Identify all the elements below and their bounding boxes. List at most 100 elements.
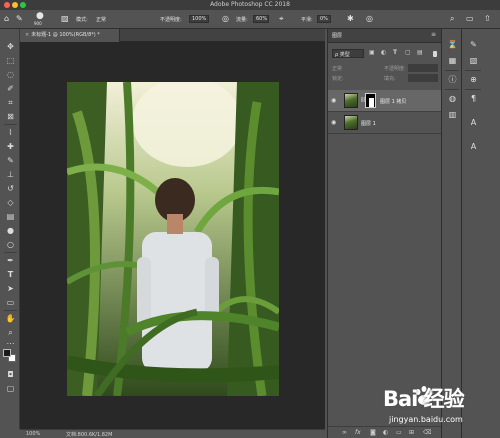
hand-icon[interactable]: ✋ bbox=[5, 313, 16, 324]
baidu-watermark: Bai 经验 jingyan.baidu.com bbox=[383, 383, 495, 435]
properties-icon[interactable]: ▦ bbox=[446, 55, 459, 67]
close-tab-icon[interactable]: × bbox=[25, 32, 29, 38]
marquee-icon[interactable]: ⬚ bbox=[5, 55, 16, 66]
brush-size-value: 900 bbox=[34, 21, 42, 26]
corn-field-photo bbox=[67, 82, 279, 396]
lasso-icon[interactable]: ◌ bbox=[5, 69, 16, 80]
opacity-field[interactable]: 100% bbox=[189, 15, 209, 23]
clone-source-icon[interactable]: ⊕ bbox=[467, 74, 480, 86]
fill-field[interactable] bbox=[408, 74, 438, 82]
brush-tool-icon[interactable]: ✎ bbox=[16, 15, 23, 23]
smoothing-field[interactable]: 0% bbox=[317, 15, 331, 23]
pixel-filter-icon[interactable]: ▣ bbox=[369, 49, 375, 56]
document-image[interactable] bbox=[67, 82, 279, 396]
smart-object-filter-icon[interactable]: ▤ bbox=[417, 49, 423, 56]
brush-preset-icon[interactable]: ● bbox=[36, 12, 44, 21]
mode-select[interactable]: 正常 bbox=[96, 16, 106, 23]
filter-kind-select[interactable]: ρ 类型 bbox=[332, 49, 364, 58]
foreground-color-swatch[interactable] bbox=[3, 349, 11, 357]
layer-row[interactable]: ◉ 图层 1 bbox=[328, 112, 442, 134]
filter-toggle[interactable] bbox=[433, 51, 437, 57]
fx-icon[interactable]: fx bbox=[355, 429, 361, 436]
dodge-icon[interactable]: ○ bbox=[5, 239, 16, 250]
search-icon[interactable]: ⌕ bbox=[450, 15, 454, 23]
screen-mode-icon[interactable]: ▢ bbox=[5, 383, 16, 394]
paragraph-icon[interactable]: ¶ bbox=[467, 93, 480, 105]
layer-name: 图层 1 拷贝 bbox=[380, 99, 407, 105]
character-icon[interactable]: A bbox=[467, 117, 480, 129]
mode-label: 模式: bbox=[76, 17, 88, 23]
glyphs-icon[interactable]: A bbox=[467, 141, 480, 153]
status-bar: 100% 文档:800.6K/1.82M bbox=[20, 429, 325, 438]
eraser-icon[interactable]: ◇ bbox=[5, 197, 16, 208]
layers-panel-header: 图层 ≡ bbox=[328, 29, 442, 43]
document-info[interactable]: 文档:800.6K/1.82M bbox=[66, 431, 112, 438]
blur-icon[interactable]: ● bbox=[5, 225, 16, 236]
type-icon[interactable]: T bbox=[5, 269, 16, 280]
layer-name: 图层 1 bbox=[361, 121, 376, 127]
history-brush-icon[interactable]: ↺ bbox=[5, 183, 16, 194]
flow-field[interactable]: 60% bbox=[253, 15, 269, 23]
panel-menu-icon[interactable]: ≡ bbox=[431, 31, 436, 38]
fill-label: 填充: bbox=[384, 76, 396, 82]
tab-layers[interactable]: 图层 bbox=[332, 32, 342, 39]
history-icon[interactable]: ⌛ bbox=[446, 39, 459, 51]
quick-mask-icon[interactable]: ◘ bbox=[5, 369, 16, 380]
libraries-icon[interactable]: ▥ bbox=[446, 109, 459, 121]
layer-filter-row: ρ 类型 ▣ ◐ T ▢ ▤ bbox=[328, 47, 442, 61]
brush-panel-icon[interactable]: ▨ bbox=[61, 15, 69, 23]
dock-divider bbox=[465, 70, 481, 71]
pen-icon[interactable]: ✒ bbox=[5, 255, 16, 266]
brush-settings-icon[interactable]: ▧ bbox=[467, 55, 480, 67]
pressure-opacity-icon[interactable]: ◎ bbox=[222, 15, 229, 23]
quick-select-icon[interactable]: ✐ bbox=[5, 83, 16, 94]
blend-mode-select[interactable]: 正常 bbox=[332, 65, 342, 72]
app-title: Adobe Photoshop CC 2018 bbox=[210, 1, 290, 8]
zoom-icon[interactable]: ⌕ bbox=[5, 327, 16, 338]
smoothing-settings-icon[interactable]: ✱ bbox=[347, 15, 354, 23]
document-tab-title: 未标题-1 @ 100%(RGB/8*) * bbox=[31, 32, 100, 38]
dock-divider bbox=[445, 89, 459, 90]
adjustment-filter-icon[interactable]: ◐ bbox=[381, 49, 386, 56]
rectangle-icon[interactable]: ▭ bbox=[5, 297, 16, 308]
dock-divider bbox=[465, 89, 481, 90]
layer-thumbnail bbox=[344, 93, 358, 108]
visibility-eye-icon[interactable]: ◉ bbox=[331, 97, 336, 104]
mask-icon[interactable]: ◙ bbox=[370, 429, 376, 436]
canvas-area[interactable] bbox=[20, 42, 325, 429]
toolbar-divider bbox=[4, 252, 17, 253]
gradient-icon[interactable]: ▤ bbox=[5, 211, 16, 222]
layer-opacity-field[interactable] bbox=[408, 64, 438, 72]
tool-presets-icon[interactable]: ✎ bbox=[467, 39, 480, 51]
home-icon[interactable]: ⌂ bbox=[4, 15, 9, 23]
panel-dock-column-2: ✎ ▧ ⊕ ¶ A A bbox=[461, 29, 500, 438]
more-icon[interactable]: ⋯ bbox=[5, 338, 16, 349]
workspace-icon[interactable]: ▭ bbox=[466, 15, 474, 23]
document-tab-bar: × 未标题-1 @ 100%(RGB/8*) * bbox=[20, 29, 325, 42]
opacity-label: 不透明度: bbox=[160, 17, 182, 23]
info-icon[interactable]: ⓘ bbox=[446, 74, 459, 86]
visibility-eye-icon[interactable]: ◉ bbox=[331, 119, 336, 126]
smoothing-label: 平滑: bbox=[301, 17, 313, 23]
adjustments-icon[interactable]: ◍ bbox=[446, 93, 459, 105]
path-select-icon[interactable]: ➤ bbox=[5, 283, 16, 294]
eyedropper-icon[interactable]: ⌇ bbox=[5, 127, 16, 138]
brush-icon[interactable]: ✎ bbox=[5, 155, 16, 166]
link-icon[interactable]: ∞ bbox=[342, 429, 347, 436]
crop-icon[interactable]: ⌗ bbox=[5, 97, 16, 108]
airbrush-icon[interactable]: ⌖ bbox=[279, 15, 284, 23]
shape-filter-icon[interactable]: ▢ bbox=[405, 49, 411, 56]
panel-dock-column-1: ⌛ ▦ ⓘ ◍ ▥ bbox=[441, 29, 461, 438]
frame-icon[interactable]: ⊠ bbox=[5, 111, 16, 122]
stamp-icon[interactable]: ⊥ bbox=[5, 169, 16, 180]
share-icon[interactable]: ⇧ bbox=[484, 15, 491, 23]
dock-divider bbox=[445, 70, 459, 71]
move-icon[interactable]: ✥ bbox=[5, 41, 16, 52]
healing-icon[interactable]: ✚ bbox=[5, 141, 16, 152]
zoom-level[interactable]: 100% bbox=[26, 431, 40, 437]
layer-mask-thumbnail[interactable] bbox=[365, 93, 376, 108]
pressure-size-icon[interactable]: ◎ bbox=[366, 15, 373, 23]
document-tab[interactable]: × 未标题-1 @ 100%(RGB/8*) * bbox=[20, 29, 120, 42]
type-filter-icon[interactable]: T bbox=[393, 49, 397, 56]
layer-row[interactable]: ◉ ⛓ 图层 1 拷贝 bbox=[328, 90, 442, 112]
